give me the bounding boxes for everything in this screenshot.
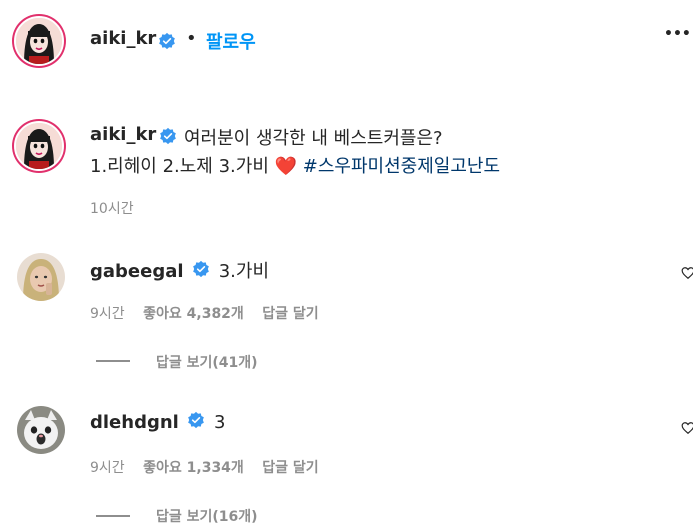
comment-avatar-dlehdgnl[interactable] xyxy=(17,406,65,454)
comment-likes[interactable]: 좋아요 1,334개 xyxy=(143,460,244,476)
avatar-photo xyxy=(17,406,65,454)
more-options-icon[interactable]: ••• xyxy=(664,26,691,42)
reply-button[interactable]: 답글 달기 xyxy=(262,306,318,322)
caption-username[interactable]: aiki_kr xyxy=(90,124,156,145)
comment-text: 3 xyxy=(214,412,226,433)
follow-button[interactable]: 팔로우 xyxy=(206,28,256,54)
comment-username[interactable]: dlehdgnl xyxy=(90,412,179,433)
verified-icon xyxy=(159,127,177,149)
comment-row-1: gabeegal 3.가비 xyxy=(90,257,269,283)
verified-icon xyxy=(192,260,210,282)
view-replies-button[interactable]: 답글 보기(41개) xyxy=(156,352,258,372)
header-username[interactable]: aiki_kr xyxy=(90,28,156,49)
caption-avatar[interactable] xyxy=(14,121,64,171)
like-heart-icon[interactable] xyxy=(681,265,693,284)
avatar-illustration xyxy=(16,123,62,169)
caption-time[interactable]: 10시간 xyxy=(90,198,134,218)
avatar-illustration xyxy=(16,18,62,64)
heart-emoji: ❤️ xyxy=(274,156,298,177)
verified-icon xyxy=(187,411,205,433)
comment-time[interactable]: 9시간 xyxy=(90,460,125,476)
comment-meta-1: 9시간 좋아요 4,382개 답글 달기 xyxy=(90,303,319,323)
comment-username[interactable]: gabeegal xyxy=(90,261,184,282)
like-heart-icon[interactable] xyxy=(681,420,693,439)
caption-text-line1: 여러분이 생각한 내 베스트커플은? xyxy=(184,128,443,149)
comment-time[interactable]: 9시간 xyxy=(90,306,125,322)
caption-list: 1.리헤이 2.노제 3.가비 xyxy=(90,156,275,177)
verified-icon xyxy=(158,32,176,54)
header-avatar[interactable] xyxy=(14,16,64,66)
replies-divider xyxy=(96,515,130,517)
comment-likes[interactable]: 좋아요 4,382개 xyxy=(143,306,244,322)
avatar-photo xyxy=(17,253,65,301)
comment-avatar-gabeegal[interactable] xyxy=(17,253,65,301)
header-separator: • xyxy=(186,28,197,49)
comment-row-2: dlehdgnl 3 xyxy=(90,411,226,433)
comment-meta-2: 9시간 좋아요 1,334개 답글 달기 xyxy=(90,457,319,477)
replies-divider xyxy=(96,360,130,362)
reply-button[interactable]: 답글 달기 xyxy=(262,460,318,476)
caption-text-line2: 1.리헤이 2.노제 3.가비 ❤️ #스우파미션중제일고난도 xyxy=(90,152,500,178)
view-replies-button[interactable]: 답글 보기(16개) xyxy=(156,506,258,526)
comment-text: 3.가비 xyxy=(218,261,270,282)
hashtag-link[interactable]: #스우파미션중제일고난도 xyxy=(303,156,500,177)
